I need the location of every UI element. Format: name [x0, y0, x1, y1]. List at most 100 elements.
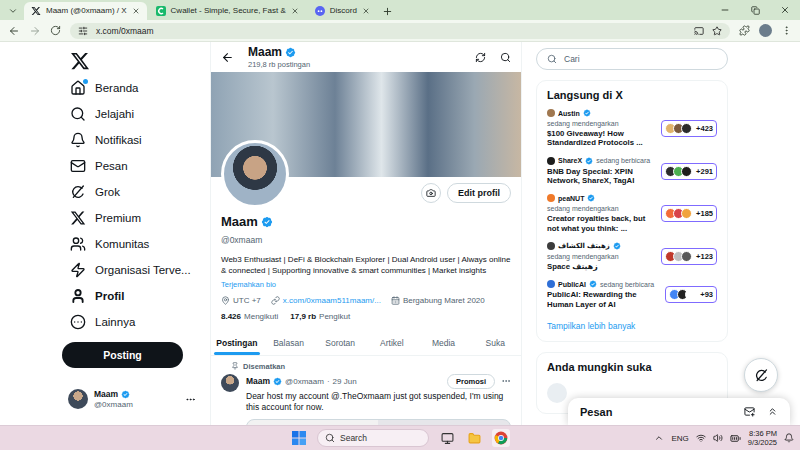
back-arrow-icon[interactable]: [221, 51, 234, 64]
sidebar-item[interactable]: Profil: [62, 283, 202, 309]
close-icon[interactable]: [291, 7, 299, 15]
browser-tab[interactable]: Cwallet - Simple, Secure, Fast &: [149, 2, 306, 20]
profile-name: Maam: [221, 214, 511, 229]
profile-tab[interactable]: Artikel: [366, 331, 418, 355]
space-item[interactable]: Austinsedang mendengarkan$100 Giveaway! …: [547, 109, 717, 148]
translate-bio-link[interactable]: Terjemahkan bio: [221, 280, 276, 289]
taskbar-search[interactable]: Search: [317, 429, 429, 447]
suggested-avatar[interactable]: [547, 383, 567, 403]
following-link[interactable]: 8.426Mengikuti: [221, 312, 278, 321]
sidebar-item[interactable]: Lainnya: [62, 309, 202, 335]
refresh-icon[interactable]: [475, 52, 486, 63]
space-item[interactable]: ShareXsedang berbicaraBNB Day Special: X…: [547, 157, 717, 186]
space-item[interactable]: peaNUTsedang mendengarkanCreator royalti…: [547, 194, 717, 233]
extensions-icon[interactable]: [739, 25, 750, 36]
notification-dot: [83, 79, 88, 84]
profile-tab[interactable]: Balasan: [263, 331, 315, 355]
post-image[interactable]: [246, 419, 511, 425]
language-indicator[interactable]: ENG: [671, 434, 688, 443]
website[interactable]: x.com/0xmaam511maam/...: [271, 296, 381, 305]
browser-profile-avatar[interactable]: [759, 24, 772, 37]
profile-tab[interactable]: Postingan: [211, 331, 263, 355]
close-icon[interactable]: [362, 7, 370, 15]
tab-search-button[interactable]: [4, 2, 22, 20]
minimize-button[interactable]: [710, 0, 740, 20]
window-controls: [710, 0, 800, 20]
post-avatar[interactable]: [221, 374, 239, 392]
browser-tab[interactable]: Maam (@0xmaam) / X: [24, 2, 147, 20]
expand-icon[interactable]: [767, 406, 778, 417]
sidebar-item[interactable]: Organisasi Terve...: [62, 257, 202, 283]
lightning-icon: [70, 262, 86, 278]
more-dots-icon[interactable]: [501, 376, 511, 386]
search-field[interactable]: Cari: [536, 48, 728, 70]
post-button[interactable]: Posting: [62, 342, 183, 368]
battery-icon[interactable]: [730, 433, 741, 444]
account-switcher[interactable]: Maam@0xmaam: [62, 385, 202, 413]
address-bar[interactable]: x.com/0xmaam: [70, 23, 730, 39]
task-view-button[interactable]: [438, 429, 456, 447]
sidebar-item[interactable]: Notifikasi: [62, 127, 202, 153]
menu-dots-icon[interactable]: [781, 25, 792, 36]
search-icon[interactable]: [500, 52, 511, 63]
verified-icon: [121, 390, 130, 399]
sidebar-item[interactable]: Beranda: [62, 75, 202, 101]
space-host: PublicAIsedang berbicara: [547, 280, 659, 288]
sidebar-item[interactable]: Pesan: [62, 153, 202, 179]
profile-tab[interactable]: Media: [418, 331, 470, 355]
new-tab-button[interactable]: [379, 2, 397, 20]
sidebar-item[interactable]: Jelajahi: [62, 101, 202, 127]
close-icon[interactable]: [132, 7, 140, 15]
space-host: peaNUTsedang mendengarkan: [547, 194, 655, 212]
verified-icon: [273, 377, 282, 386]
space-item[interactable]: زهيتف الكشافsedang mendengarkanSpace زهي…: [547, 242, 717, 271]
more-dots-icon[interactable]: [185, 394, 196, 405]
chrome-button[interactable]: [492, 429, 510, 447]
windows-start-icon[interactable]: [292, 431, 306, 445]
profile-tab[interactable]: Suka: [469, 331, 521, 355]
host-avatar: [547, 280, 555, 288]
chrome-icon[interactable]: [494, 431, 508, 445]
followers-link[interactable]: 17,9 rbPengikut: [290, 312, 350, 321]
bookmark-star-icon[interactable]: [712, 26, 722, 36]
pinned-post[interactable]: DisematkanMaam@0xmaam·29 JunPromosiDear …: [211, 356, 521, 425]
new-message-icon[interactable]: [744, 406, 755, 417]
promote-button[interactable]: Promosi: [447, 374, 495, 389]
edit-profile-button[interactable]: Edit profil: [447, 183, 511, 203]
messages-drawer[interactable]: Pesan: [568, 398, 790, 425]
sidebar: BerandaJelajahiNotifikasiPesanGrokPremiu…: [62, 42, 210, 425]
profile-column: Maam219,8 rb postinganEdit profilMaam@0x…: [210, 42, 522, 425]
reload-icon[interactable]: [50, 25, 61, 36]
profile-avatar[interactable]: [221, 140, 289, 208]
notifications-icon[interactable]: [784, 433, 794, 443]
browser-tab[interactable]: Discord: [308, 2, 377, 20]
restore-button[interactable]: [740, 0, 770, 20]
forward-arrow-icon[interactable]: [29, 25, 41, 37]
sidebar-item[interactable]: Premium: [62, 205, 202, 231]
clock[interactable]: 8:36 PM9/3/2025: [748, 429, 777, 447]
show-more-link[interactable]: Tampilkan lebih banyak: [547, 321, 635, 331]
space-item[interactable]: PublicAIsedang berbicaraPublicAI: Reward…: [547, 280, 717, 309]
explorer-button[interactable]: [465, 429, 483, 447]
back-arrow-icon[interactable]: [8, 25, 20, 37]
site-settings-icon[interactable]: [78, 26, 88, 36]
close-window-button[interactable]: [770, 0, 800, 20]
verified-icon: [583, 109, 591, 117]
calendar-icon: [391, 296, 400, 305]
sidebar-item[interactable]: Grok: [62, 179, 202, 205]
install-icon[interactable]: [694, 26, 704, 36]
camera-button[interactable]: [421, 183, 441, 203]
listener-avatar: [681, 123, 692, 134]
wifi-icon[interactable]: [696, 433, 706, 443]
chevron-up-icon[interactable]: [654, 433, 664, 443]
follow-stats: 8.426Mengikuti 17,9 rbPengikut: [221, 312, 511, 321]
speaker-icon[interactable]: [713, 433, 723, 443]
x-logo[interactable]: [62, 50, 202, 72]
profile-meta: UTC +7x.com/0xmaam511maam/...Bergabung M…: [221, 296, 511, 305]
folder-icon: [468, 432, 481, 445]
sidebar-item[interactable]: Komunitas: [62, 231, 202, 257]
profile-tab[interactable]: Sorotan: [314, 331, 366, 355]
start-button[interactable]: [290, 429, 308, 447]
grok-button[interactable]: [744, 358, 778, 392]
space-host: ShareXsedang berbicara: [547, 157, 655, 165]
